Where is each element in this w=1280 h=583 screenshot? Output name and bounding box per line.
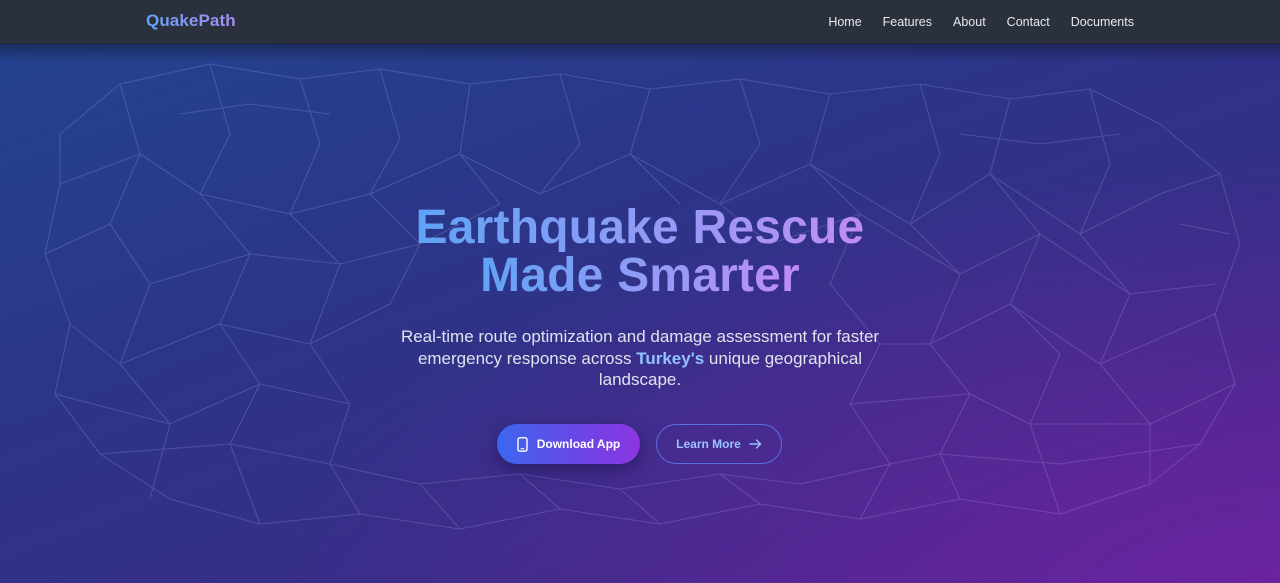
hero-section: Earthquake Rescue Made Smarter Real-time… — [0, 44, 1280, 583]
learn-more-button[interactable]: Learn More — [656, 424, 782, 464]
nav-link-home[interactable]: Home — [828, 15, 861, 29]
nav-links: Home Features About Contact Documents — [828, 0, 1134, 44]
download-app-label: Download App — [536, 437, 621, 451]
brand-logo[interactable]: QuakePath — [146, 11, 236, 31]
nav-link-about[interactable]: About — [953, 15, 986, 29]
hero-title-line1: Earthquake Rescue — [415, 201, 865, 254]
top-navbar: QuakePath Home Features About Contact Do… — [0, 0, 1280, 44]
smartphone-icon — [517, 436, 528, 452]
hero-title-line2: Made Smarter — [480, 249, 800, 302]
learn-more-label: Learn More — [676, 437, 741, 451]
hero-subtitle-highlight: Turkey's — [636, 348, 705, 368]
nav-link-contact[interactable]: Contact — [1007, 15, 1050, 29]
arrow-right-icon — [749, 439, 762, 449]
hero-top-shadow — [0, 44, 1280, 62]
download-app-button[interactable]: Download App — [497, 424, 640, 464]
hero-title: Earthquake Rescue Made Smarter — [0, 204, 1280, 300]
nav-link-features[interactable]: Features — [883, 15, 932, 29]
turkey-map-background — [44, 63, 1241, 530]
nav-link-documents[interactable]: Documents — [1071, 15, 1134, 29]
hero-subtitle: Real-time route optimization and damage … — [390, 326, 890, 391]
